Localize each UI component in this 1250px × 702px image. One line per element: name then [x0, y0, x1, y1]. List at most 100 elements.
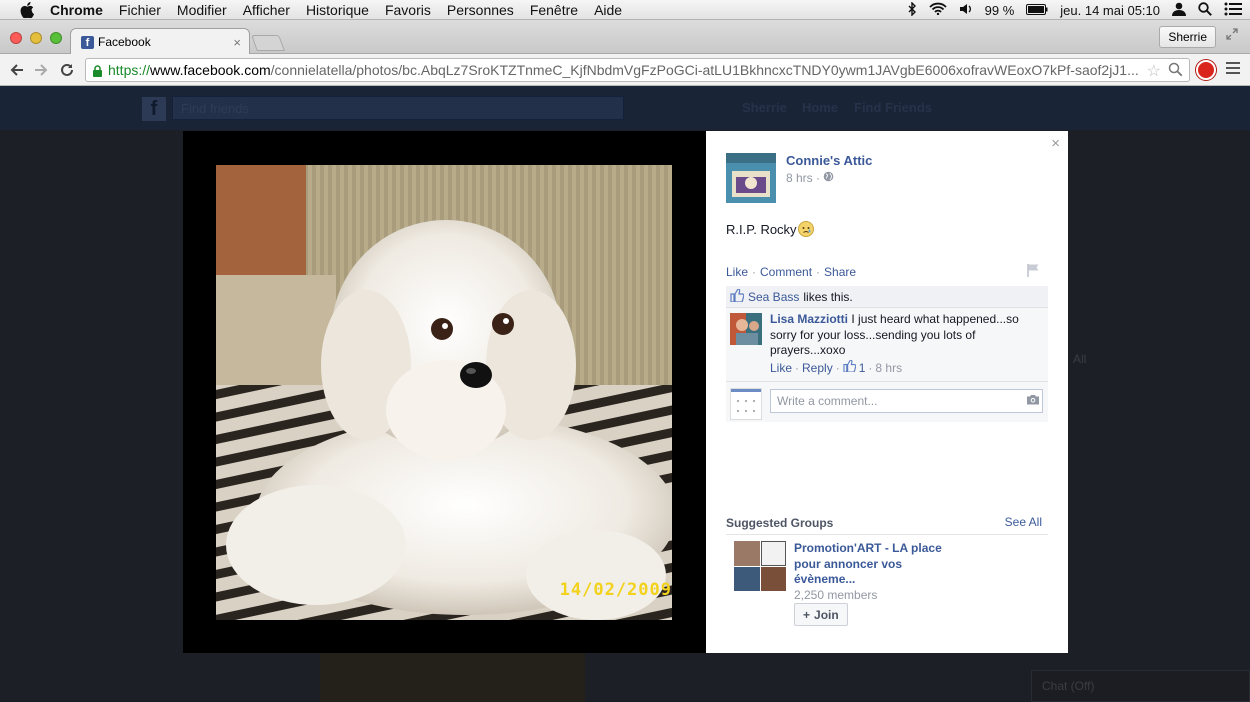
- comment-link[interactable]: Comment: [760, 265, 812, 279]
- user-icon[interactable]: [1172, 2, 1186, 19]
- post-text: R.I.P. Rocky: [726, 221, 814, 237]
- menu-people[interactable]: Personnes: [447, 2, 514, 18]
- photo-datestamp: 14/02/2009: [559, 580, 672, 600]
- camera-icon[interactable]: [1026, 394, 1040, 405]
- browser-tabstrip: f Facebook × Sherrie: [0, 20, 1250, 55]
- suggested-groups-title: Suggested Groups: [726, 516, 834, 530]
- url-scheme: https://: [108, 62, 151, 78]
- comment-like-thumb-icon: [843, 359, 857, 375]
- bookmark-star-icon[interactable]: ☆: [1147, 61, 1161, 81]
- notification-list-icon[interactable]: [1224, 2, 1242, 19]
- macos-menubar: Chrome Fichier Modifier Afficher Histori…: [0, 0, 1250, 20]
- adblock-stop-icon[interactable]: [1196, 60, 1216, 80]
- forward-arrow-icon[interactable]: [30, 59, 52, 81]
- battery-icon: [1026, 3, 1048, 18]
- comment-reply-link[interactable]: Reply: [802, 361, 833, 375]
- chrome-menu-icon[interactable]: [1226, 62, 1240, 77]
- new-tab-button[interactable]: [251, 35, 285, 51]
- minimize-window-button[interactable]: [30, 32, 42, 44]
- fullscreen-icon[interactable]: [1226, 28, 1240, 42]
- group-name-link[interactable]: Promotion'ART - LA place pour annoncer v…: [794, 541, 964, 588]
- menu-bookmarks[interactable]: Favoris: [385, 2, 431, 18]
- crying-emoji-icon: [797, 221, 814, 237]
- tab-facebook[interactable]: f Facebook ×: [70, 28, 250, 55]
- photo-viewer[interactable]: 14/02/2009: [183, 131, 706, 653]
- bluetooth-icon[interactable]: [908, 0, 917, 19]
- close-window-button[interactable]: [10, 32, 22, 44]
- zoom-magnifier-icon[interactable]: [1168, 62, 1183, 80]
- facebook-top-bar: f Find friends Sherrie Home Find Friends: [0, 86, 1250, 130]
- page-avatar[interactable]: [726, 153, 776, 203]
- wifi-icon[interactable]: [928, 2, 947, 18]
- menu-window[interactable]: Fenêtre: [530, 2, 578, 18]
- page-name-link[interactable]: Connie's Attic: [786, 153, 872, 168]
- comment-author-link[interactable]: Lisa Mazziotti: [770, 312, 848, 326]
- battery-percent[interactable]: 99 %: [985, 3, 1015, 18]
- volume-icon[interactable]: [959, 3, 973, 18]
- comment-meta: Like · Reply · 1 · 8 hrs: [770, 359, 903, 375]
- chat-bar[interactable]: Chat (Off): [1031, 670, 1250, 702]
- likes-row: Sea Bass likes this.: [726, 286, 1048, 308]
- fb-home-link[interactable]: Home: [802, 100, 838, 115]
- tab-close-icon[interactable]: ×: [233, 35, 241, 50]
- lock-icon: [92, 64, 103, 77]
- post-message: R.I.P. Rocky: [726, 221, 797, 237]
- clock[interactable]: jeu. 14 mai 05:10: [1060, 3, 1160, 18]
- reload-icon[interactable]: [56, 59, 78, 81]
- commenter-avatar[interactable]: [730, 313, 762, 345]
- address-bar[interactable]: https://www.facebook.com/connielatella/p…: [85, 58, 1190, 82]
- back-arrow-icon[interactable]: [6, 59, 28, 81]
- like-link[interactable]: Like: [726, 265, 748, 279]
- menu-app-name[interactable]: Chrome: [50, 2, 103, 18]
- join-label: Join: [814, 607, 839, 622]
- thumbs-up-icon: [730, 287, 745, 305]
- fb-find-friends-link[interactable]: Find Friends: [854, 100, 932, 115]
- write-comment-input[interactable]: Write a comment...: [770, 389, 1043, 413]
- close-icon[interactable]: ×: [1051, 135, 1060, 152]
- background-photo-thumb: [320, 653, 585, 702]
- spotlight-search-icon[interactable]: [1198, 1, 1212, 19]
- comment-like-count[interactable]: 1: [859, 361, 866, 375]
- zoom-window-button[interactable]: [50, 32, 62, 44]
- write-comment-row: Write a comment...: [726, 382, 1048, 422]
- my-avatar: [730, 388, 762, 420]
- fb-user-link[interactable]: Sherrie: [742, 100, 787, 115]
- join-group-button[interactable]: + Join: [794, 603, 848, 626]
- window-controls: [10, 32, 62, 44]
- group-thumbnail[interactable]: [734, 541, 786, 591]
- url-host: www.facebook.com: [150, 62, 271, 78]
- comment-time[interactable]: 8 hrs: [875, 361, 902, 375]
- feedback-box: Sea Bass likes this. Lisa Mazziotti I ju…: [726, 286, 1048, 422]
- background-all-link: All: [1073, 352, 1087, 366]
- post-time[interactable]: 8 hrs ·: [786, 171, 820, 185]
- browser-toolbar: https://www.facebook.com/connielatella/p…: [0, 54, 1250, 86]
- comment-body: Lisa Mazziotti I just heard what happene…: [770, 312, 1040, 359]
- facebook-logo-icon: f: [142, 97, 166, 121]
- menu-file[interactable]: Fichier: [119, 2, 161, 18]
- see-all-link[interactable]: See All: [1005, 515, 1042, 529]
- tab-title: Facebook: [98, 35, 151, 49]
- group-members-count: 2,250 members: [794, 588, 878, 602]
- comment-like-link[interactable]: Like: [770, 361, 792, 375]
- photo-side-panel: × Connie's Attic 8 hrs · R.I.P. Rocky Li…: [706, 131, 1068, 653]
- post-meta: 8 hrs ·: [786, 171, 834, 185]
- apple-menu-icon[interactable]: [18, 1, 36, 19]
- menu-help[interactable]: Aide: [594, 2, 622, 18]
- dog-photo: 14/02/2009: [216, 165, 672, 620]
- facebook-page-backdrop: f Find friends Sherrie Home Find Friends…: [0, 86, 1250, 702]
- fb-search-input[interactable]: Find friends: [172, 96, 624, 120]
- menu-edit[interactable]: Modifier: [177, 2, 227, 18]
- comment-item: Lisa Mazziotti I just heard what happene…: [726, 308, 1048, 382]
- flag-icon[interactable]: [1026, 263, 1040, 277]
- facebook-favicon-icon: f: [81, 35, 94, 49]
- post-actions: Like · Comment · Share: [726, 265, 857, 279]
- likes-text: likes this.: [803, 289, 853, 304]
- url-path: /connielatella/photos/bc.AbqLz7SroKTZTnm…: [270, 62, 1139, 78]
- divider: [726, 534, 1048, 535]
- profile-button[interactable]: Sherrie: [1159, 26, 1216, 48]
- share-link[interactable]: Share: [824, 265, 856, 279]
- menu-history[interactable]: Historique: [306, 2, 369, 18]
- plus-icon: +: [803, 607, 811, 622]
- menu-view[interactable]: Afficher: [243, 2, 290, 18]
- liker-name-link[interactable]: Sea Bass: [748, 290, 799, 304]
